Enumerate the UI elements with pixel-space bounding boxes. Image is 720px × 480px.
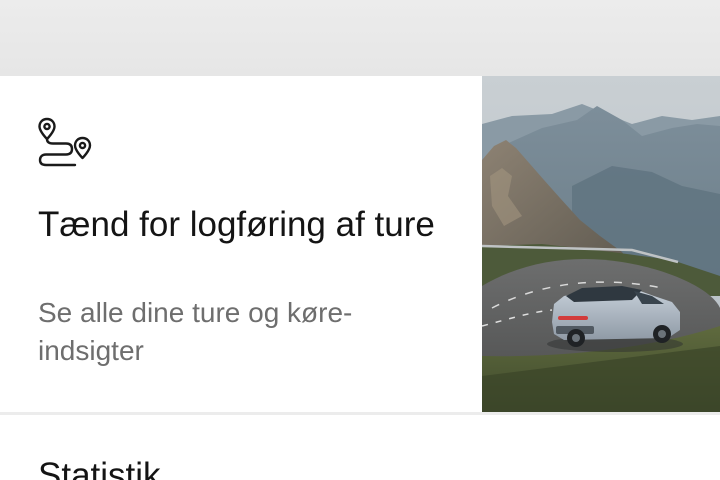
app-screen: Tænd for logføring af ture Se alle dine … (0, 0, 720, 480)
car-mountain-road-image (482, 76, 720, 412)
statistics-title: Statistik (38, 456, 161, 480)
top-bar (0, 0, 720, 76)
trip-logging-card[interactable]: Tænd for logføring af ture Se alle dine … (0, 76, 720, 412)
trip-logging-title: Tænd for logføring af ture (38, 205, 435, 244)
trip-logging-subtitle: Se alle dine ture og køre-indsigter (38, 297, 353, 366)
statistics-section: Statistik (0, 415, 720, 480)
trip-logging-card-text: Tænd for logføring af ture Se alle dine … (0, 76, 482, 412)
route-pins-icon (38, 117, 92, 167)
